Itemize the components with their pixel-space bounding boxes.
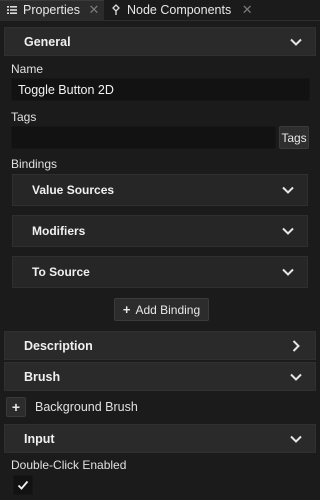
chevron-down-icon <box>290 435 302 443</box>
subsection-title: To Source <box>32 265 90 279</box>
tab-label: Node Components <box>126 3 232 17</box>
add-binding-button[interactable]: + Add Binding <box>114 298 209 321</box>
tab-node-components[interactable]: Node Components ✕ <box>104 0 257 20</box>
tab-bar: Properties ✕ Node Components ✕ <box>0 0 320 21</box>
close-icon[interactable]: ✕ <box>88 2 100 18</box>
chevron-down-icon <box>290 38 302 46</box>
name-field[interactable]: Toggle Button 2D <box>11 78 310 101</box>
checkmark-icon <box>17 480 29 490</box>
double-click-checkbox[interactable] <box>13 475 33 495</box>
section-input[interactable]: Input <box>4 424 316 453</box>
section-description[interactable]: Description <box>4 331 316 360</box>
bindings-label: Bindings <box>11 157 58 171</box>
close-icon[interactable]: ✕ <box>241 2 253 18</box>
tags-input[interactable] <box>11 126 276 149</box>
tags-button[interactable]: Tags <box>279 126 309 149</box>
plus-icon: + <box>122 302 131 317</box>
chevron-down-icon <box>282 227 294 235</box>
background-brush-label: Background Brush <box>35 400 138 414</box>
section-brush[interactable]: Brush <box>4 362 316 391</box>
component-icon <box>110 4 122 16</box>
chevron-down-icon <box>282 268 294 276</box>
add-binding-label: Add Binding <box>135 302 201 317</box>
tags-label: Tags <box>11 110 37 124</box>
binding-modifiers[interactable]: Modifiers <box>12 215 308 247</box>
list-icon <box>6 4 18 16</box>
tab-label: Properties <box>23 3 80 17</box>
binding-to-source[interactable]: To Source <box>12 256 308 288</box>
tab-properties[interactable]: Properties ✕ <box>0 0 104 20</box>
chevron-right-icon <box>292 340 300 352</box>
double-click-label: Double-Click Enabled <box>11 458 127 472</box>
section-general[interactable]: General <box>4 27 316 56</box>
section-title: Brush <box>24 369 61 384</box>
binding-value-sources[interactable]: Value Sources <box>12 174 308 206</box>
name-label: Name <box>11 62 44 76</box>
section-title: General <box>24 34 71 49</box>
properties-panel: General Name Toggle Button 2D Tags Tags … <box>0 22 320 500</box>
subsection-title: Modifiers <box>32 224 86 238</box>
chevron-down-icon <box>290 373 302 381</box>
plus-icon: + <box>11 399 21 415</box>
section-title: Description <box>24 338 93 353</box>
add-brush-button[interactable]: + <box>6 397 26 417</box>
subsection-title: Value Sources <box>32 183 115 197</box>
section-title: Input <box>24 431 55 446</box>
chevron-down-icon <box>282 186 294 194</box>
